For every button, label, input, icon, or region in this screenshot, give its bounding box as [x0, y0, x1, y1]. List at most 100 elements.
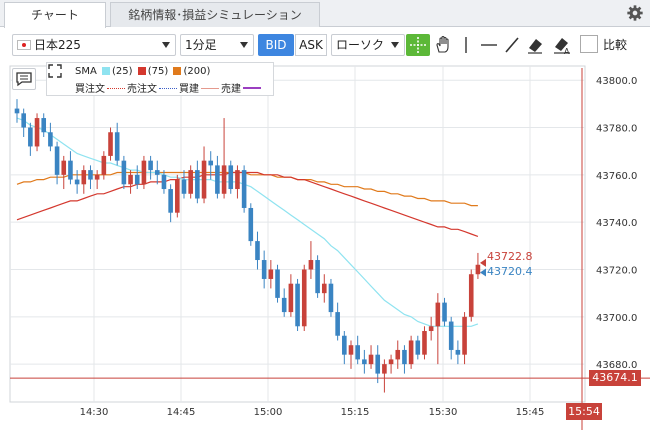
- candle-body: [428, 326, 434, 332]
- candle-body: [415, 340, 421, 355]
- candle-body: [455, 349, 461, 355]
- current-time-badge: 15:54: [566, 403, 602, 420]
- candle-body: [308, 260, 314, 270]
- candle-body: [295, 283, 300, 327]
- legend-sell-order: 売注文: [127, 84, 157, 95]
- sma25-swatch: [102, 67, 111, 75]
- candle-body: [241, 170, 247, 208]
- candle-body: [235, 170, 240, 190]
- candle-body: [161, 174, 167, 190]
- sell-position-line: [243, 87, 261, 89]
- compare-checkbox[interactable]: [580, 35, 598, 53]
- tab-chart[interactable]: チャート: [4, 2, 106, 28]
- x-tick-label: 15:00: [254, 407, 283, 418]
- candle-body: [408, 340, 414, 365]
- candle-body: [128, 174, 133, 185]
- legend-sell-position: 売建: [221, 84, 241, 95]
- chevron-down-icon: [162, 42, 170, 48]
- legend-buy-order: 買注文: [75, 84, 105, 95]
- candle-body: [342, 335, 347, 355]
- candle-body: [402, 349, 407, 365]
- sell-order-line: [159, 88, 177, 89]
- y-tick-label: 43700.0: [596, 313, 637, 324]
- candle-body: [261, 260, 267, 279]
- candle-body: [335, 312, 340, 336]
- candle-body: [148, 160, 153, 171]
- candle-body: [14, 108, 20, 114]
- instrument-select[interactable]: 日本225: [12, 34, 176, 56]
- candle-body: [368, 354, 374, 365]
- candle-body: [221, 165, 227, 194]
- candlestick-chart[interactable]: 43800.0 43780.0 43760.0 43740.0 43720.0 43700…: [0, 62, 650, 430]
- candle-body: [28, 127, 33, 147]
- candle-body: [275, 269, 280, 298]
- candle-body: [288, 283, 294, 313]
- x-tick-label: 15:45: [516, 407, 545, 418]
- eraser-icon[interactable]: [523, 34, 547, 56]
- candle-body: [141, 160, 147, 185]
- candle-body: [388, 359, 394, 365]
- candle-body: [375, 354, 381, 374]
- hand-pan-icon[interactable]: [431, 34, 455, 56]
- trendline-icon[interactable]: [500, 34, 524, 56]
- bid-button[interactable]: BID: [258, 34, 294, 56]
- horizontal-line-icon[interactable]: [477, 34, 501, 56]
- vertical-line-icon[interactable]: [454, 34, 478, 56]
- candle-body: [175, 179, 180, 213]
- crosshair-icon[interactable]: [406, 34, 430, 56]
- candle-body: [281, 297, 287, 313]
- price-chart[interactable]: 43800.0 43780.0 43760.0 43740.0 43720.0 43700…: [0, 62, 650, 430]
- candle-body: [228, 165, 234, 190]
- candle-body: [68, 160, 73, 180]
- candle-body: [362, 359, 367, 365]
- candle-body: [248, 207, 254, 242]
- tab-symbol-info-pl-simulation[interactable]: 銘柄情報･損益シミュレーション: [110, 2, 320, 27]
- y-tick-label: 43780.0: [596, 124, 637, 135]
- candle-body: [168, 189, 173, 213]
- gear-icon[interactable]: [626, 4, 644, 22]
- candle-body: [101, 155, 107, 175]
- candle-body: [462, 316, 467, 355]
- buy-position-line: [201, 88, 219, 89]
- chevron-down-icon: [391, 42, 399, 48]
- chart-type-label: ローソク: [336, 38, 385, 52]
- candle-body: [448, 321, 454, 350]
- comment-icon: [16, 72, 32, 87]
- candle-body: [154, 170, 160, 175]
- candle-body: [268, 269, 274, 279]
- x-tick-label: 14:45: [167, 407, 196, 418]
- candle-body: [468, 274, 474, 317]
- chart-type-select[interactable]: ローソク: [331, 34, 405, 56]
- candle-body: [121, 160, 127, 185]
- instrument-label: 日本225: [34, 38, 81, 52]
- candle-body: [108, 132, 113, 156]
- candle-body: [422, 331, 427, 355]
- eraser-all-icon[interactable]: A: [550, 34, 574, 56]
- candle-body: [81, 170, 87, 185]
- interval-select[interactable]: 1分足: [180, 34, 254, 56]
- candle-body: [395, 349, 401, 360]
- candle-body: [348, 345, 354, 355]
- expand-icon[interactable]: [47, 63, 63, 79]
- y-tick-label: 43720.0: [596, 265, 637, 276]
- comment-button[interactable]: [12, 68, 36, 90]
- candle-body: [181, 179, 187, 194]
- candle-body: [315, 260, 320, 294]
- candle-body: [41, 118, 47, 133]
- candle-body: [301, 269, 307, 327]
- plot-area: [9, 65, 586, 403]
- buy-order-line: [107, 88, 125, 89]
- candle-body: [201, 160, 207, 199]
- candle-body: [88, 170, 93, 180]
- ask-button[interactable]: ASK: [295, 34, 327, 56]
- bid-price-tag: 43720.4: [487, 265, 533, 278]
- japan-flag-icon: [17, 40, 31, 50]
- chart-legend: SMA (25) (75) (200) 買注文 売注文 買建 売建: [46, 62, 274, 96]
- candle-body: [195, 170, 200, 199]
- legend-sma-label: SMA: [75, 66, 97, 77]
- candle-body: [255, 241, 260, 261]
- svg-text:A: A: [564, 47, 570, 56]
- x-tick-label: 15:15: [341, 407, 370, 418]
- sma75-swatch: [137, 67, 146, 75]
- candle-body: [61, 160, 67, 175]
